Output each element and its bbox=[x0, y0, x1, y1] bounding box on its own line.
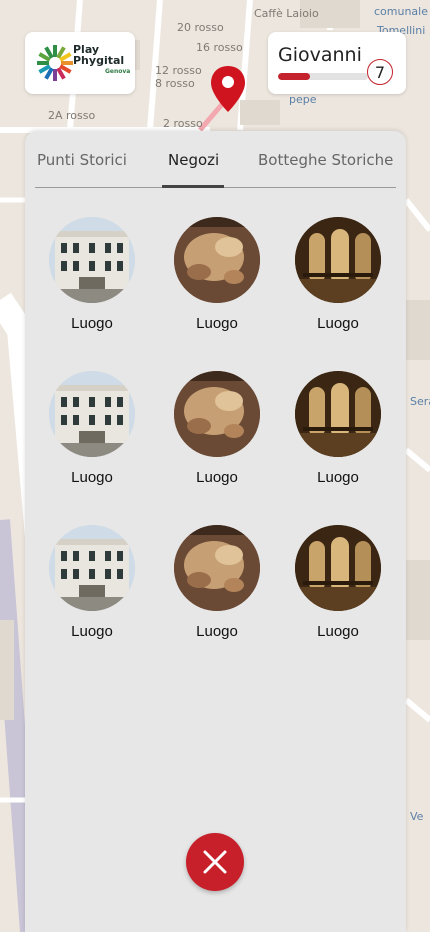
map-pin-icon[interactable] bbox=[209, 64, 247, 121]
place-label: Luogo bbox=[317, 469, 359, 486]
place-label: Luogo bbox=[71, 469, 113, 486]
app-logo: Play Phygital Genova bbox=[25, 32, 135, 94]
map-label: Ve bbox=[410, 810, 424, 823]
close-icon bbox=[203, 850, 227, 874]
place-label: Luogo bbox=[196, 469, 238, 486]
logo-city: Genova bbox=[105, 68, 131, 75]
map-label: Caffè Laioio bbox=[254, 7, 319, 20]
user-profile-card[interactable]: Giovanni 7 bbox=[268, 32, 406, 94]
tab-botteghe-storiche[interactable]: Botteghe Storiche bbox=[258, 151, 393, 169]
place-thumbnail bbox=[49, 371, 135, 457]
place-label: Luogo bbox=[196, 315, 238, 332]
place-item[interactable]: Luogo bbox=[167, 525, 267, 640]
logo-line-2: Phygital bbox=[73, 54, 125, 67]
map-label: Sera bbox=[410, 395, 430, 408]
places-panel: Punti Storici Negozi Botteghe Storiche L… bbox=[25, 131, 406, 932]
xp-progress-bar bbox=[278, 73, 368, 80]
map-label: 20 rosso bbox=[177, 21, 224, 34]
place-label: Luogo bbox=[71, 315, 113, 332]
logo-wordmark: Play Phygital bbox=[73, 44, 124, 66]
map-label: pepe bbox=[289, 93, 317, 106]
place-item[interactable]: Luogo bbox=[288, 525, 388, 640]
place-label: Luogo bbox=[196, 623, 238, 640]
category-tabs: Punti Storici Negozi Botteghe Storiche bbox=[35, 147, 396, 188]
xp-progress-fill bbox=[278, 73, 310, 80]
place-thumbnail bbox=[174, 371, 260, 457]
place-thumbnail bbox=[174, 525, 260, 611]
place-item[interactable]: Luogo bbox=[167, 217, 267, 332]
place-thumbnail bbox=[295, 371, 381, 457]
map-label: 12 rosso bbox=[155, 64, 202, 77]
user-name: Giovanni bbox=[278, 44, 362, 66]
map-label: 16 rosso bbox=[196, 41, 243, 54]
place-item[interactable]: Luogo bbox=[42, 525, 142, 640]
place-item[interactable]: Luogo bbox=[42, 371, 142, 486]
map-label: 2 rosso bbox=[163, 117, 203, 130]
place-label: Luogo bbox=[317, 623, 359, 640]
level-badge: 7 bbox=[367, 59, 393, 85]
map-label: 2A rosso bbox=[48, 109, 96, 122]
place-label: Luogo bbox=[71, 623, 113, 640]
place-thumbnail bbox=[174, 217, 260, 303]
map-label: comunale bbox=[374, 5, 429, 18]
place-thumbnail bbox=[295, 217, 381, 303]
tab-punti-storici[interactable]: Punti Storici bbox=[37, 151, 127, 169]
place-thumbnail bbox=[49, 217, 135, 303]
place-item[interactable]: Luogo bbox=[288, 371, 388, 486]
place-item[interactable]: Luogo bbox=[42, 217, 142, 332]
place-thumbnail bbox=[49, 525, 135, 611]
tab-negozi[interactable]: Negozi bbox=[168, 151, 219, 169]
active-tab-indicator bbox=[162, 185, 224, 188]
place-label: Luogo bbox=[317, 315, 359, 332]
logo-mark-icon bbox=[37, 45, 73, 81]
place-item[interactable]: Luogo bbox=[288, 217, 388, 332]
map-label: 8 rosso bbox=[155, 77, 195, 90]
place-thumbnail bbox=[295, 525, 381, 611]
place-item[interactable]: Luogo bbox=[167, 371, 267, 486]
close-button[interactable] bbox=[186, 833, 244, 891]
